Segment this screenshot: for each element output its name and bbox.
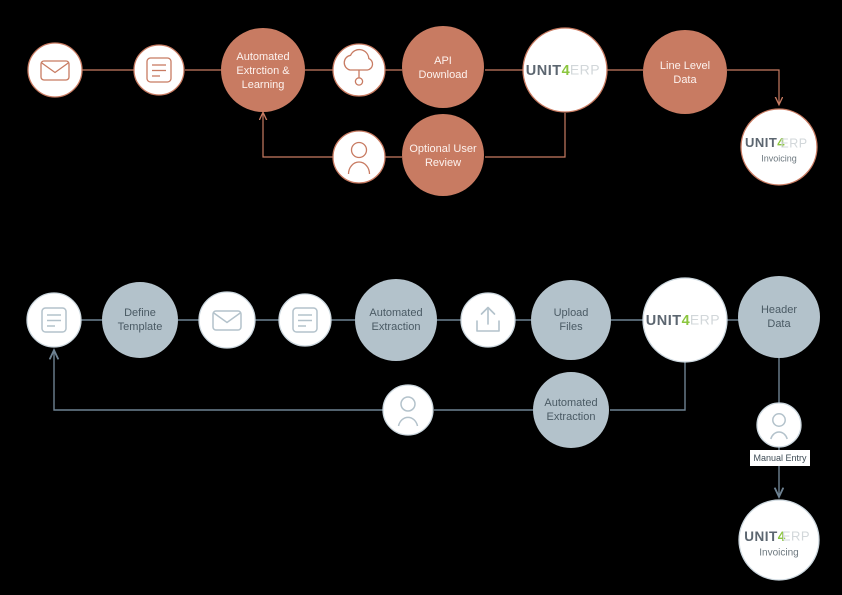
node-label-line2: Template [118,321,163,333]
node-header-data[interactable]: Header Data [738,276,820,358]
node-label-line2: Extraction [547,411,596,423]
node-label-line1: API [434,55,452,67]
node-invoice-document-bottom[interactable] [278,293,332,347]
node-email-inbound[interactable] [27,42,83,98]
node-circle [756,402,802,448]
node-template-document[interactable] [26,292,82,348]
unit4-logo-text: UNIT4 [744,529,786,544]
node-circle [382,384,434,436]
node-api-download[interactable]: API Download [402,26,484,108]
logo-unit-part: UNIT [646,313,682,329]
node-upload-action[interactable] [460,292,516,348]
logo-sublabel: Invoicing [759,548,798,559]
node-automated-extraction-bottom[interactable]: Automated Extraction [533,372,609,448]
node-label-line1: Upload [554,307,589,319]
node-automated-extraction-learning[interactable]: Automated Extrction & Learning [221,28,305,112]
node-line-level-data[interactable]: Line Level Data [643,30,727,114]
node-review-person-bottom[interactable] [382,384,434,436]
logo-erp-part: ERP [780,136,807,150]
node-automated-extraction-top[interactable]: Automated Extraction [355,279,437,361]
logo-erp-part: ERP [782,528,810,543]
node-label-line2: Extraction [372,321,421,333]
node-label-line3: Learning [242,79,285,91]
edge-t7-t10 [727,69,779,104]
node-label-line2: Files [559,321,583,333]
node-define-template[interactable]: Define Template [102,282,178,358]
node-label-line2: Data [767,318,791,330]
node-invoice-document[interactable] [133,44,185,96]
node-circle [198,291,256,349]
node-unit4-erp-top[interactable]: UNIT4 ERP [522,27,608,113]
node-upload-files[interactable]: Upload Files [531,280,611,360]
node-unit4-erp-invoicing-bottom[interactable]: UNIT4 ERP Invoicing [738,499,820,581]
diagram-canvas: Automated Extrction & Learning API Downl… [0,0,842,595]
node-cloud-service[interactable] [332,43,386,97]
node-label-line1: Header [761,304,797,316]
node-label-line2: Review [425,157,461,169]
edge-label-manual-entry: Manual Entry [750,450,810,466]
edge-t8-t3 [263,113,333,158]
node-label-line1: Optional User [409,143,477,155]
node-label-line2: Data [673,74,697,86]
unit4-logo-text: UNIT4 [745,135,785,150]
logo-unit-part: UNIT [744,529,778,544]
logo-sublabel: Invoicing [761,153,797,163]
edge-b10-b1 [54,351,383,411]
node-label-line1: Automated [544,397,597,409]
node-label-line1: Line Level [660,60,710,72]
node-label-line1: Define [124,307,156,319]
node-unit4-erp-bottom[interactable]: UNIT4 ERP [642,277,728,363]
edge-b11-b8 [610,362,686,411]
node-unit4-erp-invoicing-top[interactable]: UNIT4 ERP Invoicing [740,108,818,186]
node-user-review-person[interactable] [332,130,386,184]
node-circle [402,26,484,108]
logo-erp-part: ERP [690,312,720,328]
node-circle [402,114,484,196]
edge-t9-t6 [485,113,566,158]
node-circle [27,42,83,98]
process-flow-diagram: Automated Extrction & Learning API Downl… [26,26,820,581]
node-label-line2: Extrction & [236,65,290,77]
unit4-logo-text: UNIT4 [526,63,570,79]
node-circle [643,30,727,114]
node-manual-entry-person[interactable] [756,402,802,448]
logo-unit-part: UNIT [745,135,777,150]
node-label-line1: Automated [236,51,289,63]
node-optional-user-review[interactable]: Optional User Review [402,114,484,196]
unit4-logo-text: UNIT4 [646,313,690,329]
logo-erp-part: ERP [570,62,600,78]
node-label-line2: Download [419,69,468,81]
logo-unit-part: UNIT [526,63,562,79]
edge-label-text: Manual Entry [753,453,807,463]
node-email-inbound-bottom[interactable] [198,291,256,349]
node-label-line1: Automated [369,307,422,319]
